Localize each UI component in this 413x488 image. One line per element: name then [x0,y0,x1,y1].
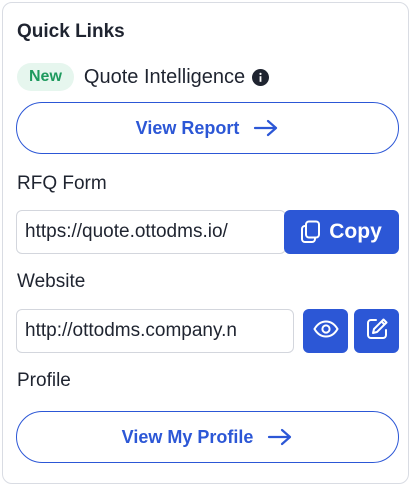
view-report-label: View Report [135,117,240,138]
website-label: Website [17,271,86,292]
eye-icon [312,319,339,343]
website-url-text: http://ottodms.company.n [25,320,237,341]
copy-button[interactable]: Copy [284,210,399,254]
edit-website-button[interactable] [354,309,399,353]
rfq-url-field[interactable]: https://quote.ottodms.io/ [16,210,286,254]
view-profile-label: View My Profile [121,426,254,447]
feature-label: Quote Intelligence [83,65,246,88]
website-url-field[interactable]: http://ottodms.company.n [16,309,294,353]
new-badge: New [17,63,74,91]
rfq-url-text: https://quote.ottodms.io/ [25,221,228,242]
view-profile-button[interactable]: View My Profile [16,411,399,463]
feature-row: New Quote Intelligence [17,63,270,91]
view-report-button[interactable]: View Report [16,102,399,154]
copy-label: Copy [329,220,382,243]
view-website-button[interactable] [303,309,348,353]
arrow-right-icon [253,119,279,137]
copy-icon [301,220,321,244]
arrow-right-icon [267,428,293,446]
card-title: Quick Links [17,21,125,42]
profile-label: Profile [17,370,71,391]
info-icon[interactable] [252,68,270,86]
quick-links-card: Quick Links New Quote Intelligence View … [2,2,409,484]
edit-icon [365,317,389,346]
rfq-form-label: RFQ Form [17,173,107,194]
